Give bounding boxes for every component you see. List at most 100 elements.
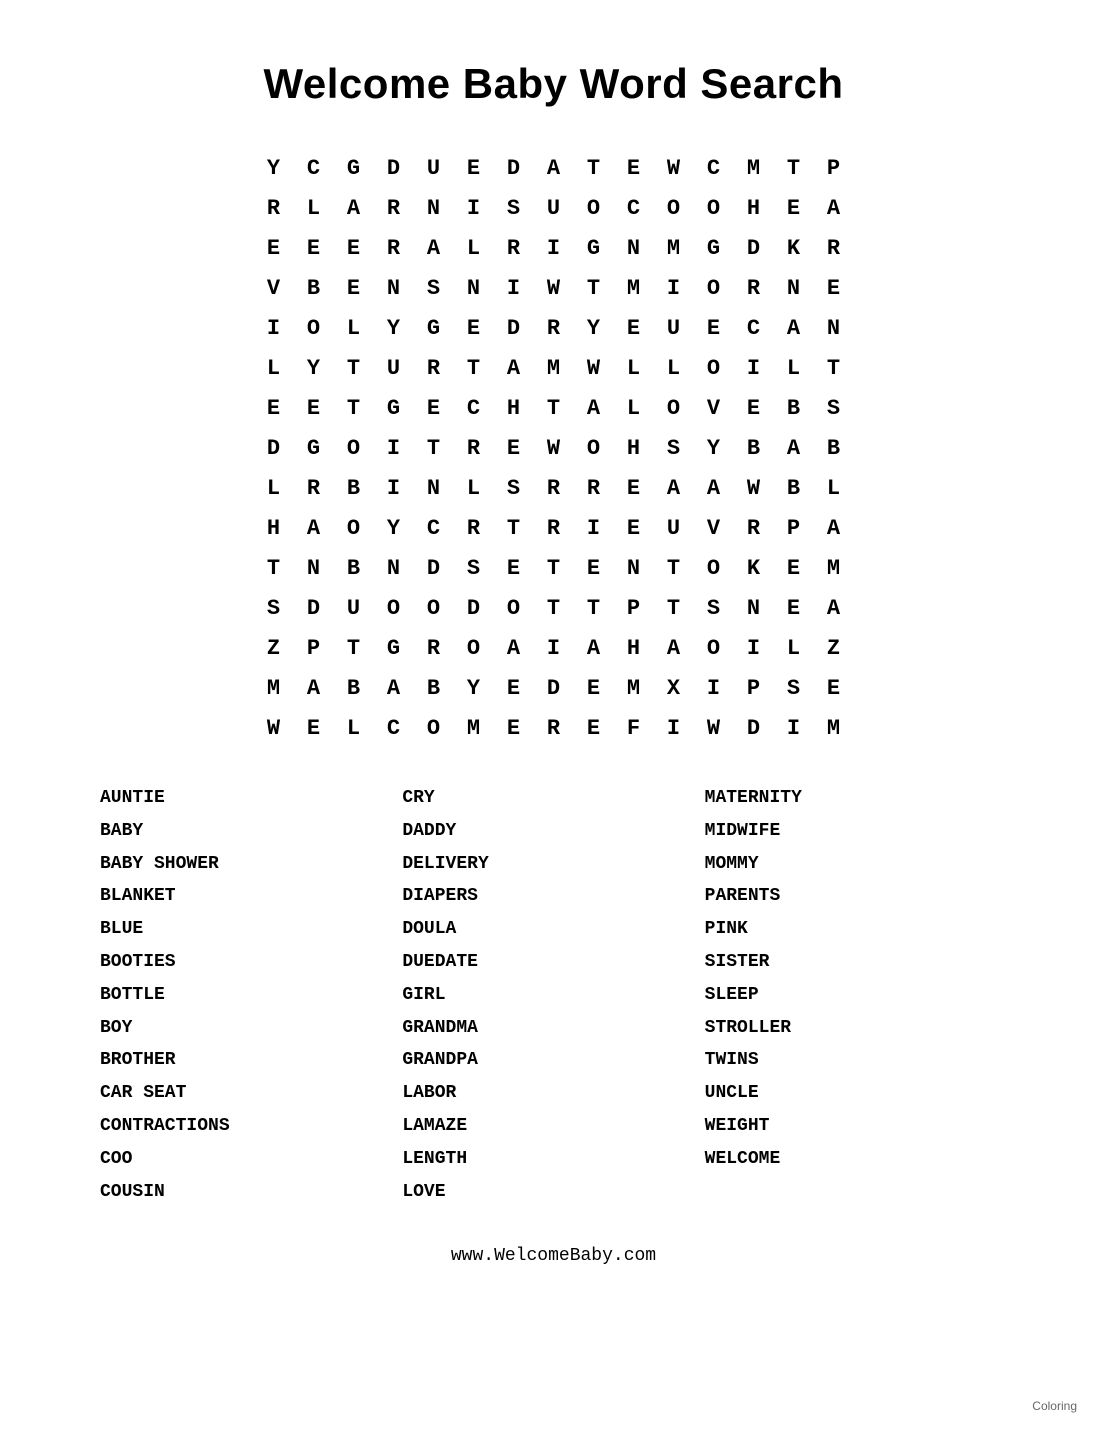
word-item-1-0: CRY — [402, 784, 704, 813]
cell-9-9: E — [614, 508, 654, 548]
word-item-0-0: AUNTIE — [100, 784, 402, 813]
word-list-section: AUNTIEBABYBABY SHOWERBLANKETBLUEBOOTIESB… — [40, 784, 1067, 1206]
cell-12-0: Z — [254, 628, 294, 668]
cell-6-2: T — [334, 388, 374, 428]
cell-10-8: E — [574, 548, 614, 588]
cell-7-8: O — [574, 428, 614, 468]
word-item-0-10: CONTRACTIONS — [100, 1112, 402, 1141]
cell-7-13: A — [774, 428, 814, 468]
cell-13-4: B — [414, 668, 454, 708]
cell-10-1: N — [294, 548, 334, 588]
cell-10-2: B — [334, 548, 374, 588]
cell-1-6: S — [494, 188, 534, 228]
word-item-0-11: COO — [100, 1145, 402, 1174]
cell-0-12: M — [734, 148, 774, 188]
word-item-1-9: LABOR — [402, 1079, 704, 1108]
cell-1-0: R — [254, 188, 294, 228]
cell-1-5: I — [454, 188, 494, 228]
cell-14-1: E — [294, 708, 334, 748]
cell-7-0: D — [254, 428, 294, 468]
word-item-0-1: BABY — [100, 817, 402, 846]
cell-9-10: U — [654, 508, 694, 548]
cell-12-10: A — [654, 628, 694, 668]
cell-10-3: N — [374, 548, 414, 588]
cell-4-8: Y — [574, 308, 614, 348]
cell-2-2: E — [334, 228, 374, 268]
cell-11-3: O — [374, 588, 414, 628]
cell-12-14: Z — [814, 628, 854, 668]
cell-14-2: L — [334, 708, 374, 748]
cell-2-0: E — [254, 228, 294, 268]
cell-2-10: M — [654, 228, 694, 268]
cell-12-5: O — [454, 628, 494, 668]
cell-14-9: F — [614, 708, 654, 748]
cell-2-11: G — [694, 228, 734, 268]
cell-8-14: L — [814, 468, 854, 508]
cell-4-1: O — [294, 308, 334, 348]
cell-7-9: H — [614, 428, 654, 468]
cell-14-13: I — [774, 708, 814, 748]
cell-12-13: L — [774, 628, 814, 668]
cell-14-4: O — [414, 708, 454, 748]
cell-6-8: A — [574, 388, 614, 428]
cell-8-0: L — [254, 468, 294, 508]
cell-8-4: N — [414, 468, 454, 508]
cell-7-12: B — [734, 428, 774, 468]
cell-11-2: U — [334, 588, 374, 628]
cell-14-6: E — [494, 708, 534, 748]
cell-8-11: A — [694, 468, 734, 508]
cell-0-6: D — [494, 148, 534, 188]
cell-6-1: E — [294, 388, 334, 428]
cell-3-5: N — [454, 268, 494, 308]
cell-13-1: A — [294, 668, 334, 708]
cell-4-3: Y — [374, 308, 414, 348]
cell-7-5: R — [454, 428, 494, 468]
cell-1-14: A — [814, 188, 854, 228]
cell-3-14: E — [814, 268, 854, 308]
cell-0-10: W — [654, 148, 694, 188]
word-item-1-11: LENGTH — [402, 1145, 704, 1174]
cell-5-11: O — [694, 348, 734, 388]
cell-13-11: I — [694, 668, 734, 708]
cell-1-11: O — [694, 188, 734, 228]
cell-6-5: C — [454, 388, 494, 428]
word-item-1-10: LAMAZE — [402, 1112, 704, 1141]
cell-0-2: G — [334, 148, 374, 188]
word-item-2-6: SLEEP — [705, 981, 1007, 1010]
word-item-2-0: MATERNITY — [705, 784, 1007, 813]
word-item-0-4: BLUE — [100, 915, 402, 944]
word-item-2-9: UNCLE — [705, 1079, 1007, 1108]
cell-3-0: V — [254, 268, 294, 308]
cell-0-5: E — [454, 148, 494, 188]
cell-14-8: E — [574, 708, 614, 748]
cell-5-1: Y — [294, 348, 334, 388]
cell-12-6: A — [494, 628, 534, 668]
cell-5-2: T — [334, 348, 374, 388]
word-column-0: AUNTIEBABYBABY SHOWERBLANKETBLUEBOOTIESB… — [100, 784, 402, 1206]
cell-7-4: T — [414, 428, 454, 468]
cell-13-6: E — [494, 668, 534, 708]
cell-8-8: R — [574, 468, 614, 508]
cell-2-6: R — [494, 228, 534, 268]
cell-11-10: T — [654, 588, 694, 628]
cell-14-7: R — [534, 708, 574, 748]
cell-0-4: U — [414, 148, 454, 188]
cell-13-0: M — [254, 668, 294, 708]
cell-5-13: L — [774, 348, 814, 388]
cell-12-8: A — [574, 628, 614, 668]
cell-11-8: T — [574, 588, 614, 628]
cell-6-13: B — [774, 388, 814, 428]
cell-2-13: K — [774, 228, 814, 268]
footer-url: www.WelcomeBaby.com — [40, 1246, 1067, 1266]
cell-4-2: L — [334, 308, 374, 348]
cell-0-0: Y — [254, 148, 294, 188]
cell-10-14: M — [814, 548, 854, 588]
cell-6-11: V — [694, 388, 734, 428]
cell-13-5: Y — [454, 668, 494, 708]
cell-9-2: O — [334, 508, 374, 548]
word-item-2-7: STROLLER — [705, 1014, 1007, 1043]
cell-13-13: S — [774, 668, 814, 708]
cell-9-0: H — [254, 508, 294, 548]
cell-5-5: T — [454, 348, 494, 388]
cell-8-10: A — [654, 468, 694, 508]
